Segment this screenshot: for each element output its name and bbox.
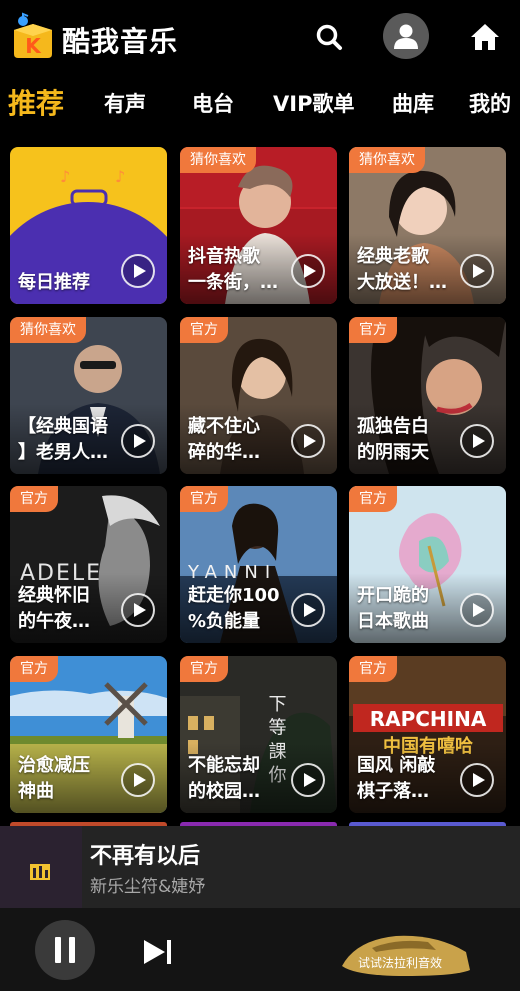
play-button[interactable] — [121, 254, 155, 288]
svg-text:K: K — [25, 34, 42, 58]
tab-recommend[interactable]: 推荐 — [8, 82, 64, 122]
card-badge: 猜你喜欢 — [10, 317, 86, 343]
play-button[interactable] — [460, 254, 494, 288]
play-icon — [303, 773, 316, 787]
play-icon — [303, 603, 316, 617]
play-icon — [303, 434, 316, 448]
card-badge: 官方 — [10, 486, 58, 512]
playlist-card[interactable]: 猜你喜欢 抖音热歌 一条街，… — [180, 147, 337, 304]
play-button[interactable] — [121, 763, 155, 797]
tab-radio[interactable]: 电台 — [192, 88, 234, 118]
playlist-title: 治愈减压 神曲 — [18, 755, 90, 802]
home-button[interactable] — [462, 14, 508, 60]
card-badge: 官方 — [180, 486, 228, 512]
play-button[interactable] — [291, 254, 325, 288]
playlist-card[interactable]: 下 等 課 你 官方 不能忘却 的校园… — [180, 656, 337, 813]
kuwo-logo-icon: K — [14, 12, 52, 58]
svg-text:♪: ♪ — [115, 167, 125, 186]
play-icon — [472, 773, 485, 787]
tab-mine[interactable]: 我的 — [469, 88, 511, 118]
play-icon — [133, 603, 146, 617]
playlist-title: 不能忘却 的校园… — [188, 755, 260, 802]
playlist-title: 孤独告白 的阴雨天 — [357, 416, 429, 463]
now-playing-cover[interactable] — [0, 826, 82, 908]
playlist-card[interactable]: 官方 孤独告白 的阴雨天 — [349, 317, 506, 474]
tab-audio[interactable]: 有声 — [104, 88, 146, 118]
play-button[interactable] — [121, 424, 155, 458]
play-icon — [133, 434, 146, 448]
svg-text:♪: ♪ — [60, 167, 70, 186]
playlist-title: 经典老歌 大放送！… — [357, 246, 447, 293]
playlist-card[interactable]: 猜你喜欢 【经典国语 】老男人… — [10, 317, 167, 474]
card-badge: 官方 — [349, 486, 397, 512]
card-badge: 官方 — [180, 656, 228, 682]
search-icon — [316, 24, 342, 50]
play-button[interactable] — [291, 424, 325, 458]
next-track-button[interactable] — [138, 932, 178, 972]
play-icon — [133, 773, 146, 787]
playlist-title: 经典怀旧 的午夜… — [18, 585, 90, 632]
ferrari-promo-label: 试试法拉利音效 — [358, 956, 443, 970]
playlist-card[interactable]: ♪ ♪ 每日推荐 — [10, 147, 167, 304]
card-badge: 猜你喜欢 — [180, 147, 256, 173]
search-button[interactable] — [306, 14, 352, 60]
card-badge: 猜你喜欢 — [349, 147, 425, 173]
album-cover-art — [0, 826, 82, 908]
playlist-title: 藏不住心 碎的华… — [188, 416, 260, 463]
avatar-button[interactable] — [383, 13, 429, 59]
playlist-title: 赶走你100 %负能量 — [188, 585, 280, 632]
playlist-title: 开口跪的 日本歌曲 — [357, 585, 429, 632]
playlist-card[interactable]: 官方 开口跪的 日本歌曲 — [349, 486, 506, 643]
tab-library[interactable]: 曲库 — [392, 88, 434, 118]
top-bar: K 酷我音乐 — [0, 0, 520, 75]
play-icon — [472, 434, 485, 448]
app-title: 酷我音乐 — [62, 25, 179, 58]
play-icon — [133, 264, 146, 278]
playlist-card[interactable]: 猜你喜欢 经典老歌 大放送！… — [349, 147, 506, 304]
card-badge: 官方 — [349, 656, 397, 682]
play-button[interactable] — [460, 593, 494, 627]
card-badge: 官方 — [349, 317, 397, 343]
playlist-title: 抖音热歌 一条街，… — [188, 246, 278, 293]
card-badge: 官方 — [180, 317, 228, 343]
user-icon — [394, 24, 418, 49]
playlist-card[interactable]: 官方 治愈减压 神曲 — [10, 656, 167, 813]
play-button[interactable] — [460, 763, 494, 797]
playback-controls: 试试法拉利音效 — [0, 908, 520, 991]
play-icon — [472, 264, 485, 278]
ferrari-car-icon — [342, 935, 470, 976]
play-button[interactable] — [121, 593, 155, 627]
ferrari-sound-promo[interactable]: 试试法拉利音效 — [336, 922, 476, 982]
category-tabs: 推荐 有声 电台 VIP歌单 曲库 我的 — [0, 80, 520, 130]
playlist-title: 国风 闲敲 棋子落… — [357, 755, 436, 802]
play-button[interactable] — [291, 593, 325, 627]
pause-button[interactable] — [35, 920, 95, 980]
now-playing-bar[interactable]: 不再有以后 新乐尘符&婕妤 — [0, 826, 520, 908]
svg-text:RAPCHINA: RAPCHINA — [370, 707, 487, 731]
playlist-title: 每日推荐 — [18, 272, 90, 293]
playlist-card[interactable]: 官方 藏不住心 碎的华… — [180, 317, 337, 474]
play-icon — [303, 264, 316, 278]
playlist-card[interactable]: ADELE 官方 经典怀旧 的午夜… — [10, 486, 167, 643]
playlist-title: 【经典国语 】老男人… — [18, 416, 108, 463]
playlist-card[interactable]: YANNI 官方 赶走你100 %负能量 — [180, 486, 337, 643]
song-artist: 新乐尘符&婕妤 — [90, 877, 206, 897]
home-icon — [471, 24, 499, 50]
play-button[interactable] — [291, 763, 325, 797]
card-badge: 官方 — [10, 656, 58, 682]
play-icon — [472, 603, 485, 617]
tab-vip-playlist[interactable]: VIP歌单 — [273, 88, 354, 118]
skip-next-icon — [144, 940, 171, 964]
song-title: 不再有以后 — [90, 844, 201, 869]
pause-icon — [55, 937, 75, 963]
playlist-card[interactable]: RAPCHINA 中国有嘻哈 官方 国风 闲敲 棋子落… — [349, 656, 506, 813]
play-button[interactable] — [460, 424, 494, 458]
